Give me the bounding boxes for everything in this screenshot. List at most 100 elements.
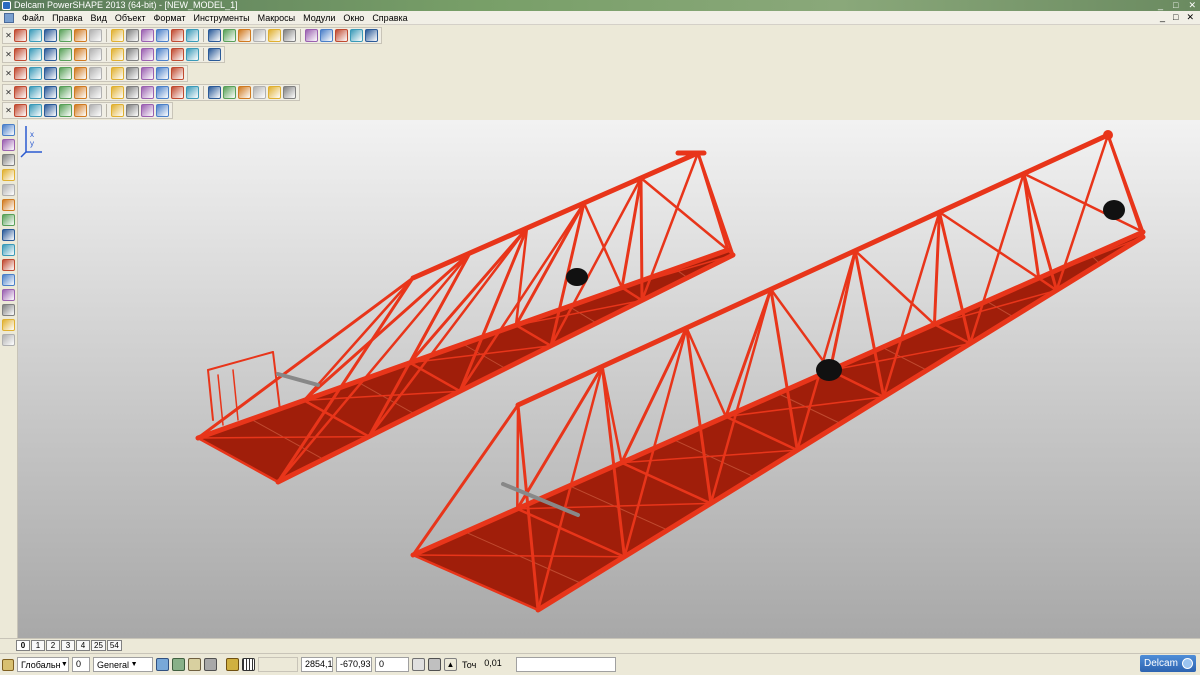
layer-tab[interactable]: 4 [76, 640, 90, 651]
offset-icon[interactable] [89, 104, 102, 117]
sweep-icon[interactable] [238, 86, 251, 99]
level-number-field[interactable]: 0 [72, 657, 90, 672]
menu-view[interactable]: Вид [87, 11, 111, 25]
paint-icon[interactable] [44, 67, 57, 80]
calculator-icon[interactable] [412, 658, 425, 671]
workplane-select[interactable]: Глобальн ▼ [17, 657, 69, 672]
zoom-in-icon[interactable] [111, 48, 124, 61]
minimize-button[interactable]: _ [1158, 0, 1163, 11]
red-ball-icon[interactable] [74, 67, 87, 80]
open-icon[interactable] [14, 29, 27, 42]
graphics-viewport[interactable]: x y [18, 120, 1200, 638]
blend-icon[interactable] [126, 104, 139, 117]
menu-macros[interactable]: Макросы [254, 11, 300, 25]
mdi-minimize-button[interactable]: _ [1160, 12, 1165, 23]
layer-icon[interactable] [14, 67, 27, 80]
delete-icon[interactable] [141, 29, 154, 42]
mdi-close-button[interactable]: ✕ [1186, 12, 1194, 23]
paste-icon[interactable] [126, 29, 139, 42]
surface-tool-icon[interactable] [2, 214, 15, 226]
menu-edit[interactable]: Правка [48, 11, 86, 25]
cylinder-icon[interactable] [89, 86, 102, 99]
globe-tool-icon[interactable] [2, 334, 15, 346]
rotate-icon[interactable] [253, 29, 266, 42]
arrow-icon[interactable] [111, 67, 124, 80]
sphere-solid-icon[interactable] [59, 86, 72, 99]
toolbar-close-icon[interactable]: ✕ [5, 29, 12, 42]
text-icon[interactable] [305, 29, 318, 42]
box-select-icon[interactable] [156, 658, 169, 671]
keypad-icon[interactable] [428, 658, 441, 671]
feature-icon[interactable] [2, 274, 15, 286]
surface-icon[interactable] [14, 104, 27, 117]
play-icon[interactable] [89, 67, 102, 80]
box-tool-icon[interactable] [2, 259, 15, 271]
select-group-icon[interactable] [2, 139, 15, 151]
measure-icon[interactable] [156, 67, 169, 80]
move-icon[interactable] [238, 29, 251, 42]
pan-icon[interactable] [89, 48, 102, 61]
doc-icon[interactable] [29, 67, 42, 80]
shade-mode-icon[interactable] [156, 48, 169, 61]
light-icon[interactable] [186, 48, 199, 61]
fillet-icon[interactable] [171, 86, 184, 99]
layer-tab[interactable]: 25 [91, 640, 106, 651]
coord-z-field[interactable]: 0 [375, 657, 409, 672]
workplane-icon[interactable] [2, 658, 14, 671]
ruler-icon[interactable] [141, 104, 154, 117]
loft-icon[interactable] [253, 86, 266, 99]
mesh-tool-icon[interactable] [2, 304, 15, 316]
menu-help[interactable]: Справка [368, 11, 411, 25]
revolve-icon[interactable] [223, 86, 236, 99]
hand-icon[interactable] [208, 48, 221, 61]
solid-icon[interactable] [44, 86, 57, 99]
close-button[interactable]: ✕ [1188, 0, 1196, 11]
grid-icon[interactable] [141, 67, 154, 80]
group-icon[interactable] [2, 184, 15, 196]
mirror-icon[interactable] [283, 86, 296, 99]
trim-icon[interactable] [111, 104, 124, 117]
command-input[interactable] [516, 657, 617, 672]
grid-icon[interactable] [242, 658, 255, 671]
view-iso-icon[interactable] [29, 48, 42, 61]
coord-y-field[interactable]: -670,93 [336, 657, 372, 672]
view-icon[interactable] [204, 658, 217, 671]
layer-tab[interactable]: 0 [16, 640, 30, 651]
toolbar-close-icon[interactable]: ✕ [5, 67, 12, 80]
menu-modules[interactable]: Модули [299, 11, 339, 25]
select-all-icon[interactable] [172, 658, 185, 671]
toolbar-close-icon[interactable]: ✕ [5, 104, 12, 117]
chamfer-icon[interactable] [186, 86, 199, 99]
save-icon[interactable] [44, 29, 57, 42]
menu-tools[interactable]: Инструменты [189, 11, 253, 25]
tools-icon[interactable] [365, 29, 378, 42]
layer-tab[interactable]: 3 [61, 640, 75, 651]
print-icon[interactable] [59, 29, 72, 42]
toolbar-close-icon[interactable]: ✕ [5, 48, 12, 61]
cone-icon[interactable] [74, 86, 87, 99]
solid-tool-icon[interactable] [2, 199, 15, 211]
box-icon[interactable] [59, 48, 72, 61]
shade-icon[interactable] [335, 29, 348, 42]
pointer-icon[interactable] [2, 124, 15, 136]
menu-object[interactable]: Объект [111, 11, 150, 25]
wireframe-icon[interactable] [350, 29, 363, 42]
mdi-restore-button[interactable]: □ [1173, 12, 1178, 23]
curve-edit-icon[interactable] [29, 104, 42, 117]
redo-icon[interactable] [186, 29, 199, 42]
disk-icon[interactable] [74, 29, 87, 42]
blend-tool-icon[interactable] [2, 319, 15, 331]
box-select-icon[interactable] [29, 86, 42, 99]
curve-icon[interactable] [283, 29, 296, 42]
folder-icon[interactable] [29, 29, 42, 42]
menu-window[interactable]: Окно [339, 11, 368, 25]
tree-icon[interactable] [171, 67, 184, 80]
select-icon[interactable] [14, 86, 27, 99]
brush-icon[interactable] [320, 29, 333, 42]
wedge-icon[interactable] [126, 86, 139, 99]
view-front-icon[interactable] [14, 48, 27, 61]
zoom-out-icon[interactable] [126, 48, 139, 61]
arrow-blue-icon[interactable] [156, 104, 169, 117]
filter-icon[interactable] [188, 658, 201, 671]
coord-x-field[interactable]: 2854,1 [301, 657, 333, 672]
